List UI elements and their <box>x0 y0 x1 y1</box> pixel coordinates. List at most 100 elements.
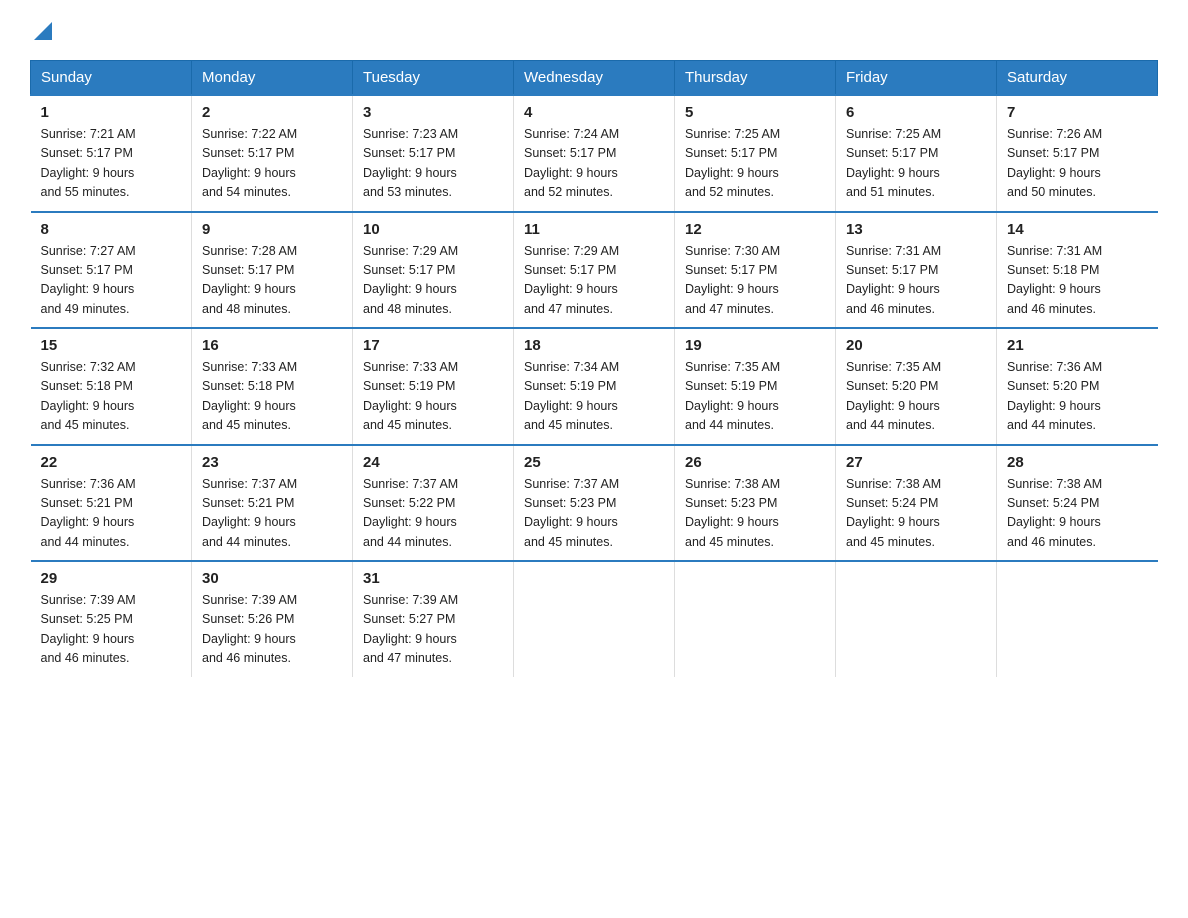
day-info: Sunrise: 7:33 AMSunset: 5:18 PMDaylight:… <box>202 360 297 432</box>
day-number: 27 <box>846 454 986 471</box>
calendar-day-cell: 15 Sunrise: 7:32 AMSunset: 5:18 PMDaylig… <box>31 328 192 445</box>
calendar-day-cell <box>836 561 997 677</box>
day-info: Sunrise: 7:37 AMSunset: 5:23 PMDaylight:… <box>524 477 619 549</box>
day-number: 6 <box>846 104 986 121</box>
calendar-day-cell: 24 Sunrise: 7:37 AMSunset: 5:22 PMDaylig… <box>353 445 514 562</box>
day-info: Sunrise: 7:23 AMSunset: 5:17 PMDaylight:… <box>363 127 458 199</box>
day-number: 22 <box>41 454 182 471</box>
calendar-day-cell: 17 Sunrise: 7:33 AMSunset: 5:19 PMDaylig… <box>353 328 514 445</box>
day-number: 19 <box>685 337 825 354</box>
calendar-day-cell: 27 Sunrise: 7:38 AMSunset: 5:24 PMDaylig… <box>836 445 997 562</box>
calendar-day-cell: 8 Sunrise: 7:27 AMSunset: 5:17 PMDayligh… <box>31 212 192 329</box>
calendar-day-cell: 12 Sunrise: 7:30 AMSunset: 5:17 PMDaylig… <box>675 212 836 329</box>
day-info: Sunrise: 7:27 AMSunset: 5:17 PMDaylight:… <box>41 244 136 316</box>
day-number: 9 <box>202 221 342 238</box>
day-number: 14 <box>1007 221 1148 238</box>
calendar-week-row: 15 Sunrise: 7:32 AMSunset: 5:18 PMDaylig… <box>31 328 1158 445</box>
day-info: Sunrise: 7:37 AMSunset: 5:21 PMDaylight:… <box>202 477 297 549</box>
col-tuesday: Tuesday <box>353 61 514 96</box>
calendar-day-cell: 5 Sunrise: 7:25 AMSunset: 5:17 PMDayligh… <box>675 95 836 212</box>
col-sunday: Sunday <box>31 61 192 96</box>
calendar-day-cell: 26 Sunrise: 7:38 AMSunset: 5:23 PMDaylig… <box>675 445 836 562</box>
calendar-day-cell: 25 Sunrise: 7:37 AMSunset: 5:23 PMDaylig… <box>514 445 675 562</box>
calendar-day-cell: 19 Sunrise: 7:35 AMSunset: 5:19 PMDaylig… <box>675 328 836 445</box>
calendar-week-row: 8 Sunrise: 7:27 AMSunset: 5:17 PMDayligh… <box>31 212 1158 329</box>
day-number: 21 <box>1007 337 1148 354</box>
calendar-day-cell: 10 Sunrise: 7:29 AMSunset: 5:17 PMDaylig… <box>353 212 514 329</box>
calendar-table: Sunday Monday Tuesday Wednesday Thursday… <box>30 60 1158 677</box>
day-info: Sunrise: 7:32 AMSunset: 5:18 PMDaylight:… <box>41 360 136 432</box>
calendar-day-cell: 31 Sunrise: 7:39 AMSunset: 5:27 PMDaylig… <box>353 561 514 677</box>
calendar-day-cell: 2 Sunrise: 7:22 AMSunset: 5:17 PMDayligh… <box>192 95 353 212</box>
calendar-day-cell: 14 Sunrise: 7:31 AMSunset: 5:18 PMDaylig… <box>997 212 1158 329</box>
day-number: 12 <box>685 221 825 238</box>
calendar-day-cell: 9 Sunrise: 7:28 AMSunset: 5:17 PMDayligh… <box>192 212 353 329</box>
day-number: 8 <box>41 221 182 238</box>
calendar-week-row: 29 Sunrise: 7:39 AMSunset: 5:25 PMDaylig… <box>31 561 1158 677</box>
calendar-day-cell: 4 Sunrise: 7:24 AMSunset: 5:17 PMDayligh… <box>514 95 675 212</box>
calendar-day-cell: 20 Sunrise: 7:35 AMSunset: 5:20 PMDaylig… <box>836 328 997 445</box>
day-number: 31 <box>363 570 503 587</box>
day-number: 5 <box>685 104 825 121</box>
day-number: 10 <box>363 221 503 238</box>
col-saturday: Saturday <box>997 61 1158 96</box>
day-number: 4 <box>524 104 664 121</box>
col-monday: Monday <box>192 61 353 96</box>
day-info: Sunrise: 7:39 AMSunset: 5:26 PMDaylight:… <box>202 593 297 665</box>
day-number: 23 <box>202 454 342 471</box>
day-info: Sunrise: 7:28 AMSunset: 5:17 PMDaylight:… <box>202 244 297 316</box>
page-header <box>30 20 1158 44</box>
day-number: 25 <box>524 454 664 471</box>
day-info: Sunrise: 7:36 AMSunset: 5:20 PMDaylight:… <box>1007 360 1102 432</box>
day-number: 28 <box>1007 454 1148 471</box>
col-friday: Friday <box>836 61 997 96</box>
day-info: Sunrise: 7:30 AMSunset: 5:17 PMDaylight:… <box>685 244 780 316</box>
day-info: Sunrise: 7:25 AMSunset: 5:17 PMDaylight:… <box>846 127 941 199</box>
calendar-day-cell: 18 Sunrise: 7:34 AMSunset: 5:19 PMDaylig… <box>514 328 675 445</box>
day-number: 26 <box>685 454 825 471</box>
calendar-day-cell: 22 Sunrise: 7:36 AMSunset: 5:21 PMDaylig… <box>31 445 192 562</box>
calendar-day-cell <box>514 561 675 677</box>
day-info: Sunrise: 7:26 AMSunset: 5:17 PMDaylight:… <box>1007 127 1102 199</box>
day-info: Sunrise: 7:34 AMSunset: 5:19 PMDaylight:… <box>524 360 619 432</box>
day-number: 11 <box>524 221 664 238</box>
day-info: Sunrise: 7:39 AMSunset: 5:25 PMDaylight:… <box>41 593 136 665</box>
calendar-day-cell: 29 Sunrise: 7:39 AMSunset: 5:25 PMDaylig… <box>31 561 192 677</box>
calendar-day-cell: 6 Sunrise: 7:25 AMSunset: 5:17 PMDayligh… <box>836 95 997 212</box>
calendar-day-cell: 21 Sunrise: 7:36 AMSunset: 5:20 PMDaylig… <box>997 328 1158 445</box>
calendar-day-cell <box>997 561 1158 677</box>
day-number: 3 <box>363 104 503 121</box>
day-info: Sunrise: 7:21 AMSunset: 5:17 PMDaylight:… <box>41 127 136 199</box>
day-info: Sunrise: 7:24 AMSunset: 5:17 PMDaylight:… <box>524 127 619 199</box>
logo <box>30 20 52 44</box>
day-number: 24 <box>363 454 503 471</box>
day-info: Sunrise: 7:29 AMSunset: 5:17 PMDaylight:… <box>524 244 619 316</box>
day-info: Sunrise: 7:22 AMSunset: 5:17 PMDaylight:… <box>202 127 297 199</box>
calendar-header-row: Sunday Monday Tuesday Wednesday Thursday… <box>31 61 1158 96</box>
day-info: Sunrise: 7:39 AMSunset: 5:27 PMDaylight:… <box>363 593 458 665</box>
calendar-week-row: 22 Sunrise: 7:36 AMSunset: 5:21 PMDaylig… <box>31 445 1158 562</box>
day-number: 18 <box>524 337 664 354</box>
day-number: 7 <box>1007 104 1148 121</box>
calendar-week-row: 1 Sunrise: 7:21 AMSunset: 5:17 PMDayligh… <box>31 95 1158 212</box>
calendar-day-cell: 1 Sunrise: 7:21 AMSunset: 5:17 PMDayligh… <box>31 95 192 212</box>
day-number: 17 <box>363 337 503 354</box>
day-info: Sunrise: 7:35 AMSunset: 5:19 PMDaylight:… <box>685 360 780 432</box>
logo-triangle-icon <box>34 22 52 40</box>
calendar-day-cell: 3 Sunrise: 7:23 AMSunset: 5:17 PMDayligh… <box>353 95 514 212</box>
day-number: 30 <box>202 570 342 587</box>
day-info: Sunrise: 7:37 AMSunset: 5:22 PMDaylight:… <box>363 477 458 549</box>
col-wednesday: Wednesday <box>514 61 675 96</box>
day-number: 2 <box>202 104 342 121</box>
calendar-day-cell: 30 Sunrise: 7:39 AMSunset: 5:26 PMDaylig… <box>192 561 353 677</box>
day-info: Sunrise: 7:35 AMSunset: 5:20 PMDaylight:… <box>846 360 941 432</box>
day-info: Sunrise: 7:31 AMSunset: 5:18 PMDaylight:… <box>1007 244 1102 316</box>
day-info: Sunrise: 7:36 AMSunset: 5:21 PMDaylight:… <box>41 477 136 549</box>
day-number: 16 <box>202 337 342 354</box>
day-info: Sunrise: 7:29 AMSunset: 5:17 PMDaylight:… <box>363 244 458 316</box>
day-info: Sunrise: 7:38 AMSunset: 5:24 PMDaylight:… <box>1007 477 1102 549</box>
day-number: 15 <box>41 337 182 354</box>
calendar-day-cell: 13 Sunrise: 7:31 AMSunset: 5:17 PMDaylig… <box>836 212 997 329</box>
col-thursday: Thursday <box>675 61 836 96</box>
day-number: 20 <box>846 337 986 354</box>
